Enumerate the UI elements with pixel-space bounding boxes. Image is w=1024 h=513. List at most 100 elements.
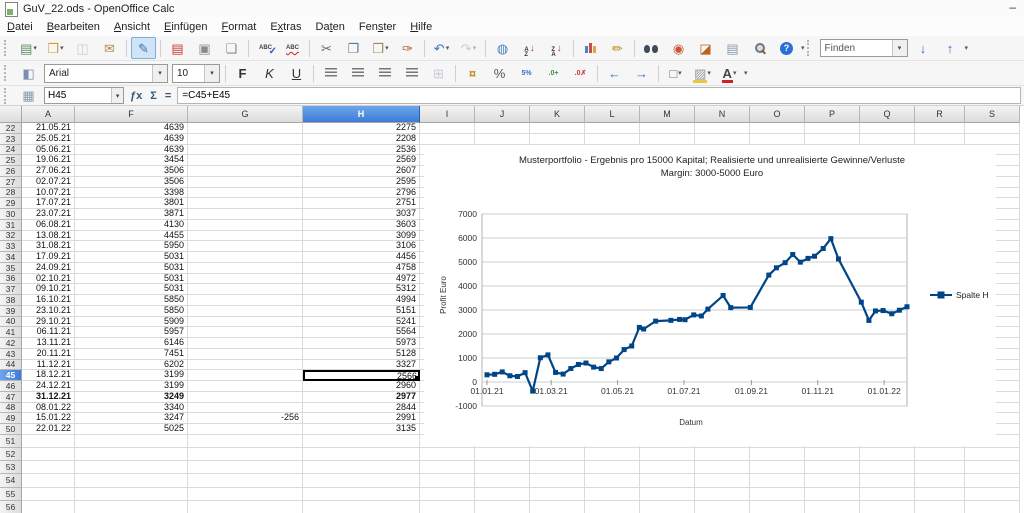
cell-F47[interactable]: 3249 [75,392,188,403]
cell-J23[interactable] [475,134,530,145]
menu-bearbeiten[interactable]: Bearbeiten [40,20,107,34]
cell-R54[interactable] [915,474,965,487]
cell-F54[interactable] [75,474,188,487]
sort-ascending-button[interactable]: AZ↓ [517,37,542,59]
cell-H46[interactable]: 2960 [303,381,420,392]
navigator-button[interactable]: ◉ [666,37,691,59]
cell-I56[interactable] [420,501,475,513]
cell-L54[interactable] [585,474,640,487]
insert-chart-button[interactable] [578,37,603,59]
hyperlink-button[interactable]: ◍ [490,37,515,59]
cell-H32[interactable]: 3099 [303,231,420,242]
cell-R23[interactable] [915,134,965,145]
cell-H34[interactable]: 4456 [303,252,420,263]
row-header-27[interactable]: 27 [0,177,22,188]
name-box-dropdown-icon[interactable]: ▾ [111,88,123,103]
cell-H36[interactable]: 4972 [303,274,420,285]
spellcheck-button[interactable]: ABC [253,37,278,59]
number-format-standard-button[interactable]: 5% [514,62,539,84]
cell-F44[interactable]: 6202 [75,360,188,371]
cell-F56[interactable] [75,501,188,513]
cell-G40[interactable] [188,317,303,328]
print-button[interactable]: ▣ [192,37,217,59]
cell-P56[interactable] [805,501,860,513]
toolbar-grip[interactable] [4,40,11,56]
format-paintbrush-button[interactable]: ✑ [395,37,420,59]
cell-P54[interactable] [805,474,860,487]
row-header-32[interactable]: 32 [0,231,22,242]
formula-input[interactable] [177,87,1021,104]
cell-G33[interactable] [188,241,303,252]
formula-equals-icon[interactable]: = [165,90,171,102]
row-header-40[interactable]: 40 [0,317,22,328]
help-button[interactable]: ? [774,37,799,59]
cell-R22[interactable] [915,123,965,134]
row-header-23[interactable]: 23 [0,134,22,145]
cell-J53[interactable] [475,461,530,474]
cell-G47[interactable] [188,392,303,403]
menu-daten[interactable]: Daten [309,20,352,34]
cell-H23[interactable]: 2208 [303,134,420,145]
cell-F22[interactable]: 4639 [75,123,188,134]
cell-I22[interactable] [420,123,475,134]
cell-F23[interactable]: 4639 [75,134,188,145]
cell-Q23[interactable] [860,134,915,145]
formatting-overflow-icon[interactable]: ▾ [744,69,748,77]
cell-G35[interactable] [188,263,303,274]
menu-ansicht[interactable]: Ansicht [107,20,157,34]
cell-H54[interactable] [303,474,420,487]
cell-I54[interactable] [420,474,475,487]
cell-F25[interactable]: 3454 [75,155,188,166]
cell-A33[interactable]: 31.08.21 [22,241,75,252]
row-header-50[interactable]: 50 [0,424,22,435]
cell-H38[interactable]: 4994 [303,295,420,306]
row-header-43[interactable]: 43 [0,349,22,360]
cell-G24[interactable] [188,145,303,156]
cell-H33[interactable]: 3106 [303,241,420,252]
cell-G26[interactable] [188,166,303,177]
column-header-H[interactable]: H [303,106,420,123]
cell-A32[interactable]: 13.08.21 [22,231,75,242]
cell-G51[interactable] [188,435,303,448]
cell-M56[interactable] [640,501,695,513]
cell-H44[interactable]: 3327 [303,360,420,371]
cell-A54[interactable] [22,474,75,487]
row-header-54[interactable]: 54 [0,474,22,487]
copy-button[interactable]: ❐ [341,37,366,59]
cell-K52[interactable] [530,448,585,461]
cell-H56[interactable] [303,501,420,513]
menu-einfgen[interactable]: Einfügen [157,20,214,34]
find-box[interactable]: ▾ [820,39,908,57]
menu-datei[interactable]: Datei [0,20,40,34]
find-dropdown-icon[interactable]: ▾ [892,40,907,56]
cell-H52[interactable] [303,448,420,461]
cell-H25[interactable]: 2569 [303,155,420,166]
cell-F48[interactable]: 3340 [75,403,188,414]
cell-J22[interactable] [475,123,530,134]
cell-G38[interactable] [188,295,303,306]
cell-N22[interactable] [695,123,750,134]
cell-G56[interactable] [188,501,303,513]
menu-hilfe[interactable]: Hilfe [403,20,439,34]
cell-S54[interactable] [965,474,1020,487]
cell-R56[interactable] [915,501,965,513]
column-header-R[interactable]: R [915,106,965,123]
cell-H26[interactable]: 2607 [303,166,420,177]
number-format-currency-button[interactable]: ¤ [460,62,485,84]
cell-R55[interactable] [915,488,965,501]
row-header-36[interactable]: 36 [0,274,22,285]
cell-G29[interactable] [188,198,303,209]
cell-O52[interactable] [750,448,805,461]
decrease-indent-button[interactable]: ← [602,62,627,84]
cell-F49[interactable]: 3247 [75,413,188,424]
cell-S56[interactable] [965,501,1020,513]
cell-F55[interactable] [75,488,188,501]
cell-G53[interactable] [188,461,303,474]
cell-J56[interactable] [475,501,530,513]
cell-H51[interactable] [303,435,420,448]
cell-M23[interactable] [640,134,695,145]
cell-F40[interactable]: 5909 [75,317,188,328]
cell-A36[interactable]: 02.10.21 [22,274,75,285]
open-folder-button[interactable]: ❒▾ [43,37,68,59]
cell-F27[interactable]: 3506 [75,177,188,188]
